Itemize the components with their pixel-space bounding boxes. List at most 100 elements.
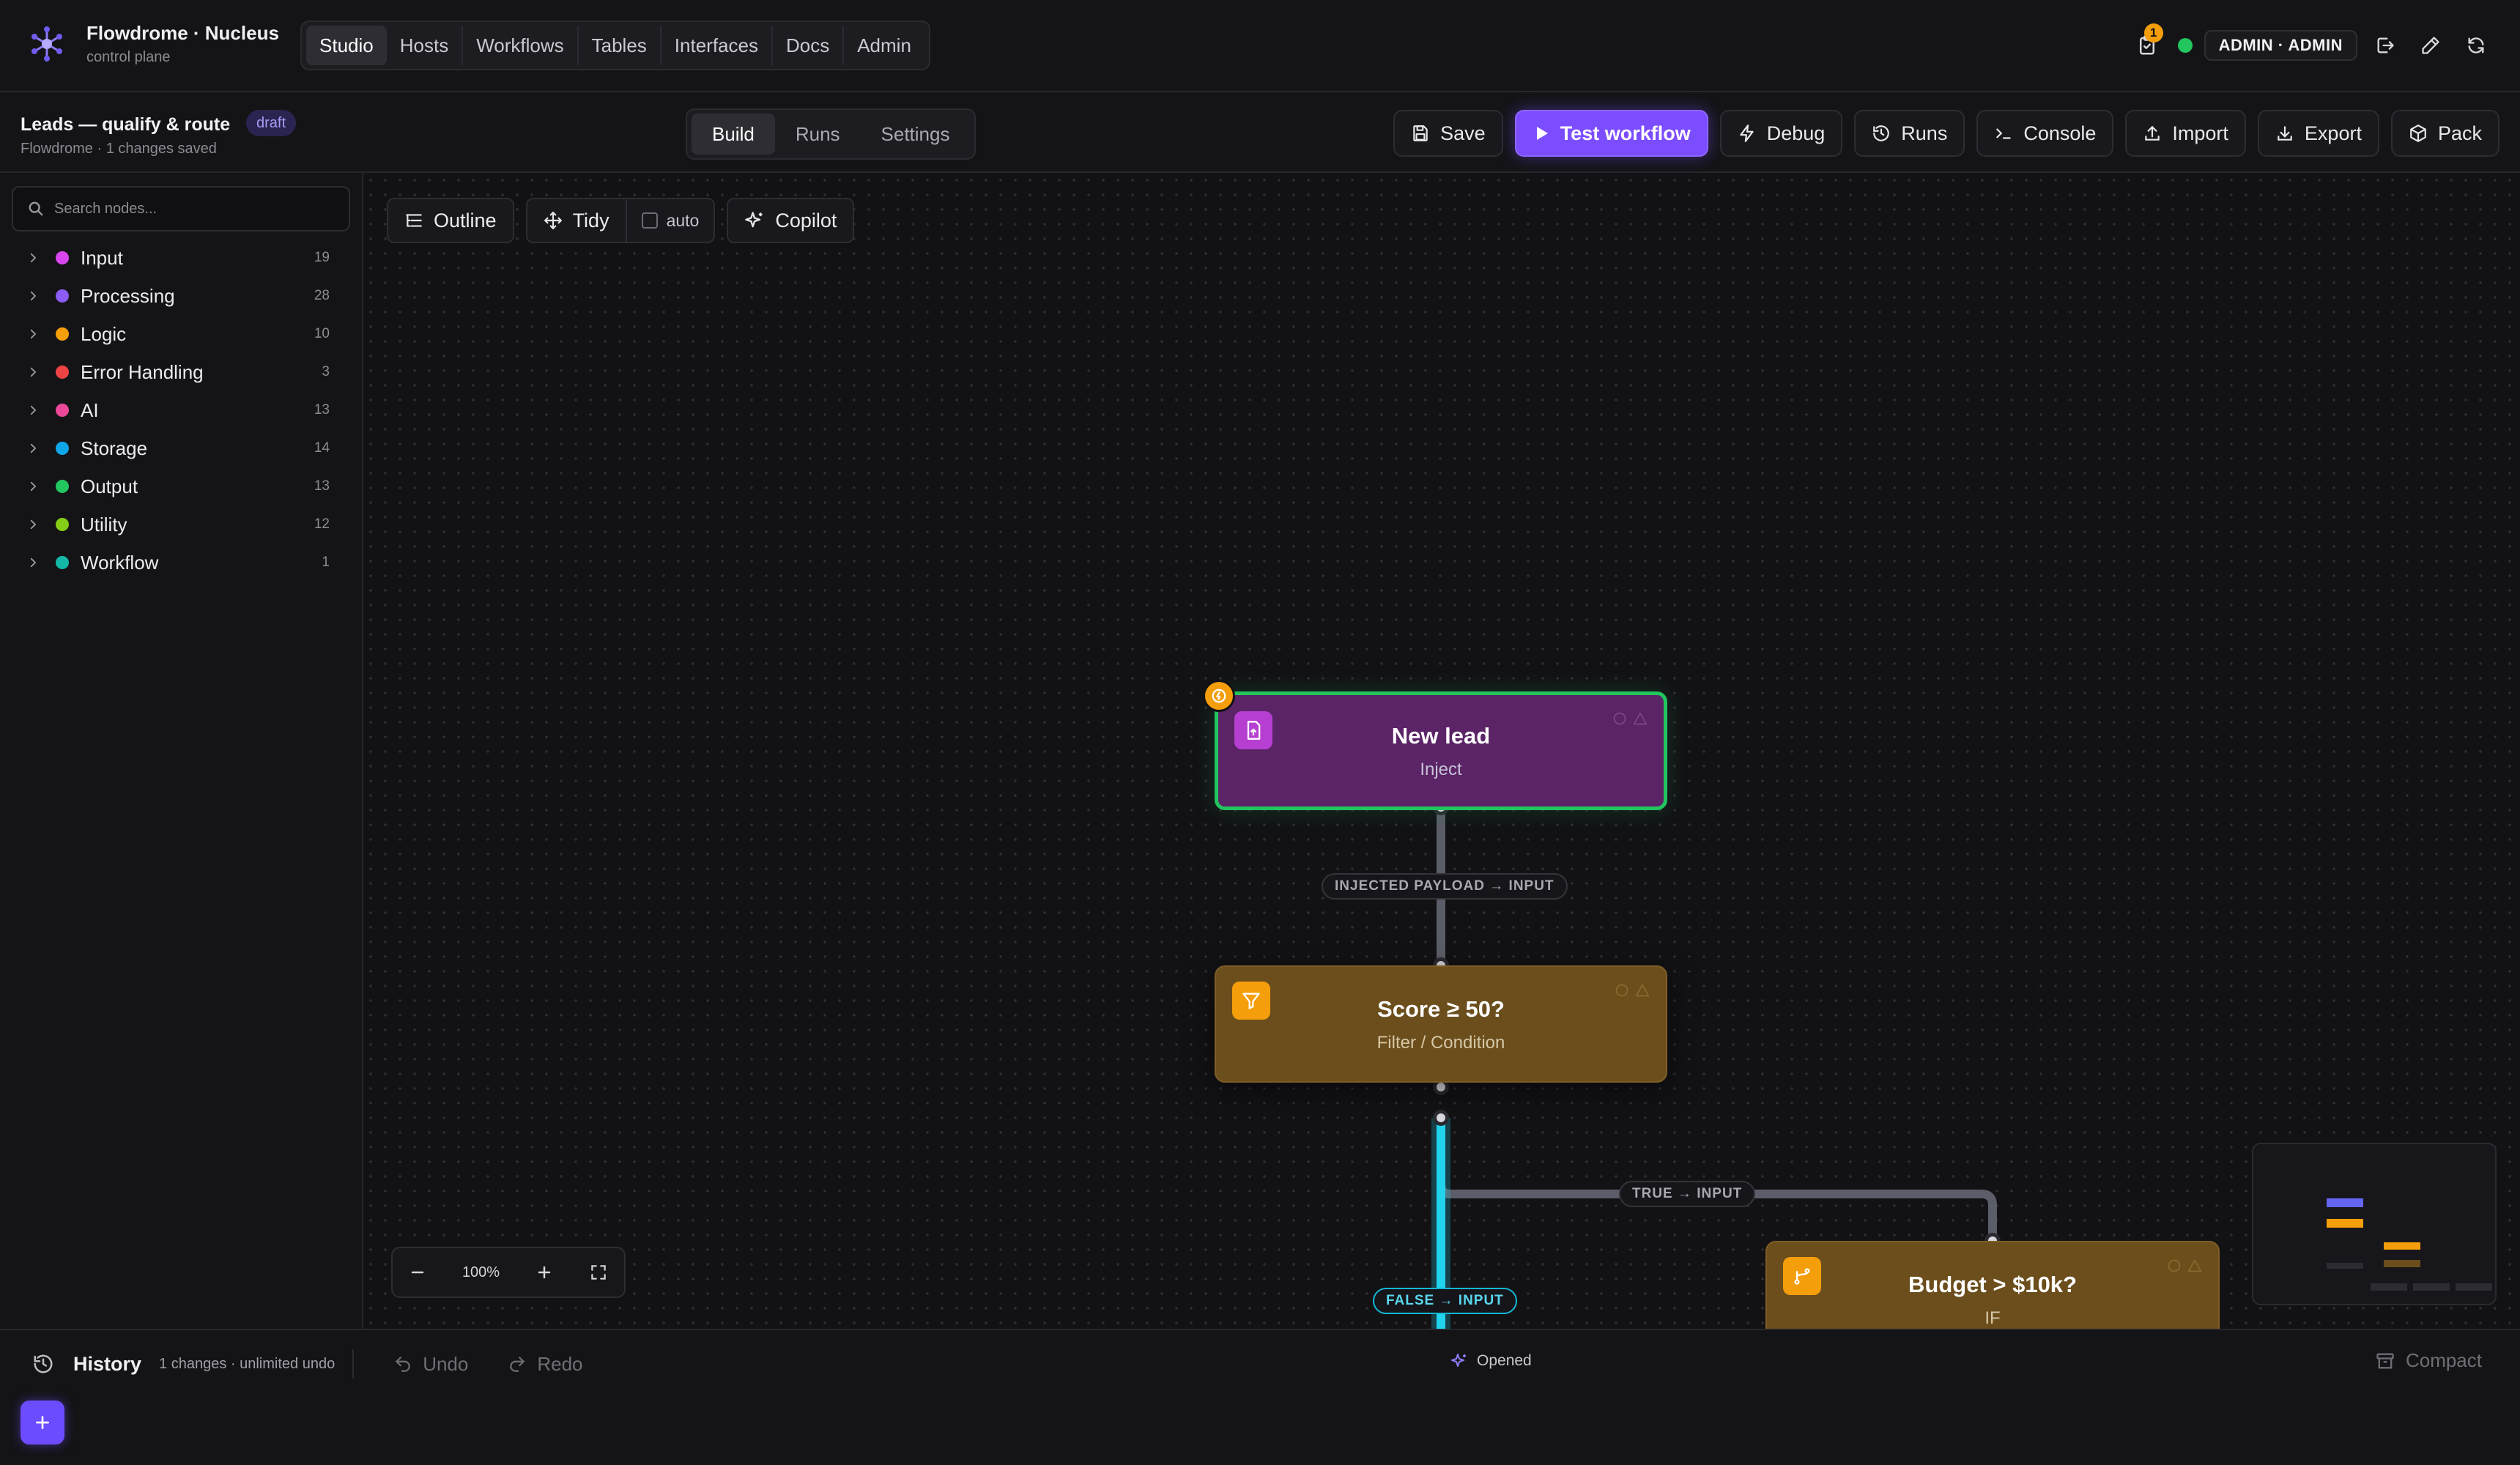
debug-label: Debug	[1766, 122, 1826, 144]
redo-button[interactable]: Redo	[508, 1353, 583, 1376]
save-button[interactable]: Save	[1393, 110, 1503, 157]
category-count: 10	[314, 326, 330, 341]
main-nav: Studio Hosts Workflows Tables Interfaces…	[300, 21, 930, 70]
chevron-right-icon	[30, 519, 37, 530]
notification-badge: 1	[2143, 23, 2163, 42]
chevron-right-icon	[30, 291, 37, 301]
refresh-button[interactable]	[2458, 28, 2494, 63]
edge-true-branch[interactable]	[1437, 1118, 1997, 1241]
logout-button[interactable]	[2368, 28, 2403, 63]
info-icon	[2168, 1259, 2181, 1272]
workflow-canvas[interactable]: Outline Tidy auto Copilot INJECTED PAYLO…	[363, 173, 2520, 1329]
upload-icon	[2145, 125, 2160, 141]
archive-icon	[2376, 1353, 2394, 1368]
node-type: IF	[1984, 1308, 2001, 1328]
nav-studio[interactable]: Studio	[306, 26, 387, 65]
refresh-icon	[2468, 37, 2484, 53]
brand-name: Flowdrome · Nucleus	[86, 22, 279, 44]
zoom-out-button[interactable]	[409, 1264, 426, 1281]
flowdrome-logo-icon	[32, 26, 62, 62]
nav-workflows[interactable]: Workflows	[463, 26, 579, 65]
history-bar: History 1 changes · unlimited undo Undo …	[0, 1329, 2520, 1465]
info-icon	[1615, 984, 1628, 997]
zoom-controls: 100%	[391, 1247, 626, 1298]
category-color-dot	[56, 442, 69, 455]
user-chip[interactable]: ADMIN · ADMIN	[2204, 30, 2357, 61]
category-count: 14	[314, 440, 330, 456]
tab-build[interactable]: Build	[692, 114, 775, 155]
fit-view-button[interactable]	[589, 1263, 608, 1282]
search-input[interactable]	[54, 200, 333, 218]
node-status-icons	[2167, 1258, 2202, 1273]
category-color-dot	[56, 556, 69, 569]
import-button[interactable]: Import	[2125, 110, 2246, 157]
category-color-dot	[56, 518, 69, 531]
compact-button[interactable]: Compact	[2375, 1349, 2482, 1372]
nav-admin[interactable]: Admin	[844, 26, 924, 65]
chevron-right-icon	[30, 443, 37, 453]
header-actions: 1 ADMIN · ADMIN	[2119, 23, 2494, 63]
undo-button[interactable]: Undo	[393, 1353, 468, 1376]
pack-button[interactable]: Pack	[2390, 110, 2499, 157]
category-count: 19	[314, 250, 330, 265]
add-node-button[interactable]	[21, 1401, 64, 1444]
terminal-icon	[1996, 128, 2012, 139]
category-name: Workflow	[81, 551, 159, 574]
minimap[interactable]	[2252, 1143, 2497, 1305]
category-utility[interactable]: Utility 12	[0, 505, 363, 544]
console-button[interactable]: Console	[1976, 110, 2114, 157]
category-error-handling[interactable]: Error Handling 3	[0, 353, 363, 391]
pencil-icon	[2422, 37, 2439, 54]
score-output-false-port[interactable]	[1433, 1110, 1449, 1126]
category-count: 13	[314, 478, 330, 494]
node-title: Score ≥ 50?	[1377, 996, 1505, 1022]
search-icon	[29, 201, 43, 216]
tab-settings[interactable]: Settings	[861, 114, 971, 155]
minus-icon	[411, 1271, 424, 1274]
history-status: Opened	[1450, 1352, 1532, 1370]
lightning-icon	[1739, 125, 1754, 142]
category-input[interactable]: Input 19	[0, 239, 363, 277]
logout-icon	[2377, 37, 2394, 53]
nav-hosts[interactable]: Hosts	[387, 26, 464, 65]
category-logic[interactable]: Logic 10	[0, 315, 363, 353]
chevron-right-icon	[30, 557, 37, 568]
undo-label: Undo	[423, 1352, 469, 1375]
category-count: 3	[322, 364, 330, 379]
category-processing[interactable]: Processing 28	[0, 277, 363, 315]
runs-button[interactable]: Runs	[1854, 110, 1965, 157]
workflow-title[interactable]: Leads — qualify & route	[21, 114, 230, 136]
category-count: 12	[314, 516, 330, 532]
tab-runs[interactable]: Runs	[775, 114, 861, 155]
edit-button[interactable]	[2413, 28, 2448, 63]
import-label: Import	[2172, 122, 2228, 144]
category-color-dot	[56, 327, 69, 341]
node-title: New lead	[1391, 723, 1491, 749]
pack-label: Pack	[2437, 122, 2482, 144]
category-storage[interactable]: Storage 14	[0, 429, 363, 467]
workflow-actions: Save Test workflow Debug Runs Console Im…	[1382, 110, 2499, 157]
minimap-preview	[2327, 1198, 2492, 1291]
category-output[interactable]: Output 13	[0, 467, 363, 505]
nav-tables[interactable]: Tables	[579, 26, 662, 65]
export-button[interactable]: Export	[2257, 110, 2379, 157]
save-label: Save	[1440, 122, 1486, 144]
nav-interfaces[interactable]: Interfaces	[662, 26, 773, 65]
test-workflow-button[interactable]: Test workflow	[1514, 110, 1708, 157]
node-score-filter[interactable]: Score ≥ 50? Filter / Condition	[1215, 965, 1667, 1083]
chevron-right-icon	[30, 329, 37, 339]
category-ai[interactable]: AI 13	[0, 391, 363, 429]
trigger-lightning-icon[interactable]	[1203, 680, 1235, 712]
brand[interactable]: Flowdrome · Nucleus control plane	[26, 22, 279, 66]
chevron-right-icon	[30, 405, 37, 415]
notifications-button[interactable]: 1	[2130, 23, 2165, 63]
search-box[interactable]	[12, 186, 350, 231]
debug-button[interactable]: Debug	[1719, 110, 1843, 157]
history-note: 1 changes · unlimited undo	[159, 1349, 355, 1379]
category-workflow[interactable]: Workflow 1	[0, 544, 363, 582]
zoom-level[interactable]: 100%	[462, 1264, 500, 1281]
node-new-lead[interactable]: New lead Inject	[1215, 691, 1667, 810]
nav-docs[interactable]: Docs	[773, 26, 845, 65]
zoom-in-button[interactable]	[536, 1264, 553, 1281]
node-budget-if[interactable]: Budget > $10k? IF	[1765, 1241, 2220, 1329]
